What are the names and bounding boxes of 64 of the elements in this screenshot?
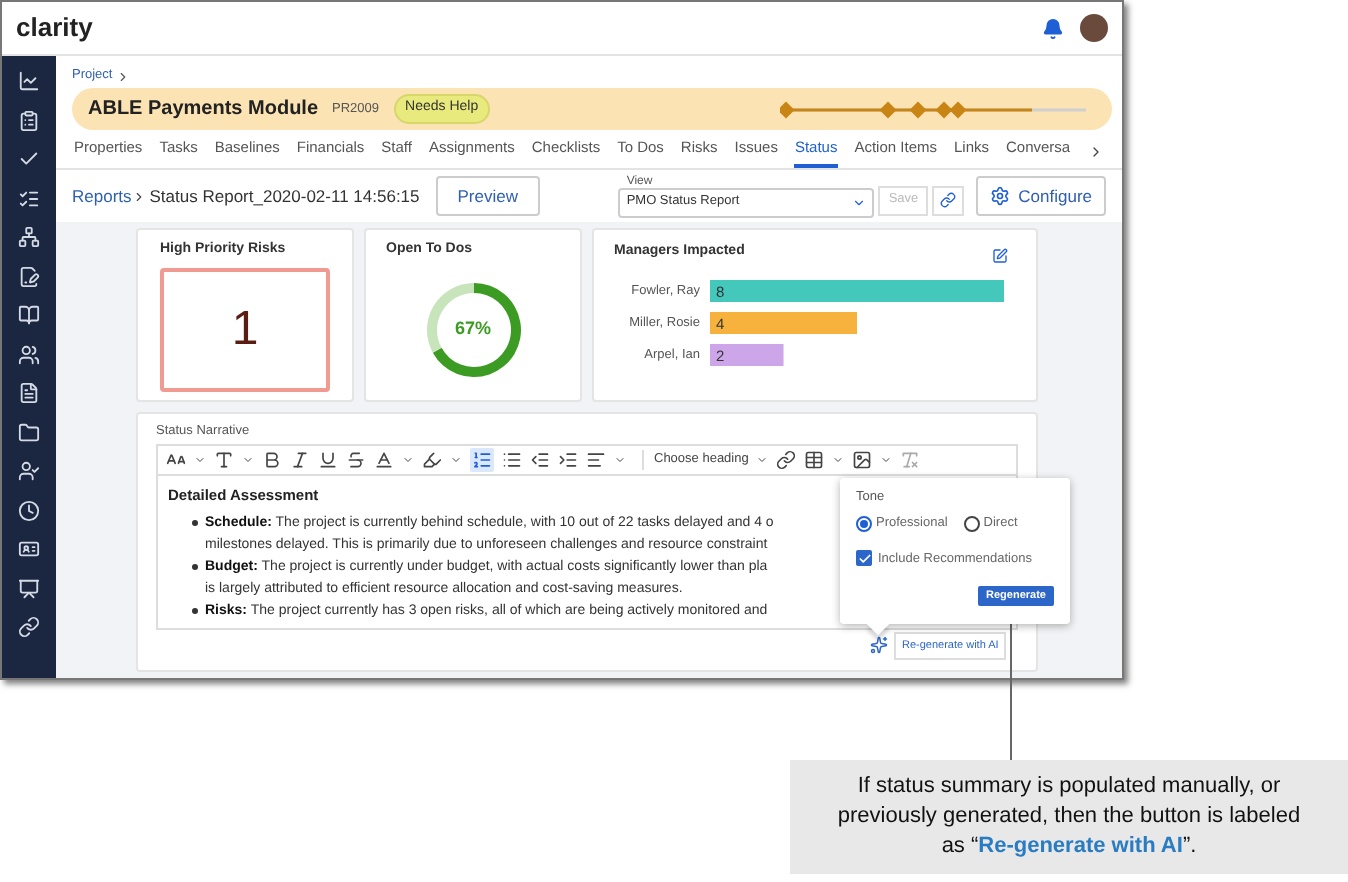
- link-button[interactable]: [932, 185, 965, 215]
- bell-icon[interactable]: [1042, 17, 1064, 39]
- font-family-icon[interactable]: [214, 449, 234, 470]
- font-color-icon[interactable]: [374, 449, 394, 470]
- caret-icon[interactable]: [880, 453, 893, 466]
- link-icon[interactable]: [776, 449, 797, 470]
- percent-label: 67%: [452, 315, 493, 342]
- highlight-icon[interactable]: [422, 449, 442, 470]
- id-card-icon[interactable]: [18, 538, 40, 560]
- caret-icon[interactable]: [194, 453, 206, 466]
- gear-icon: [990, 186, 1011, 206]
- avatar[interactable]: [1080, 14, 1108, 42]
- preview-button[interactable]: Preview: [435, 176, 540, 216]
- caret-icon: [852, 195, 867, 209]
- checklist-icon[interactable]: [18, 187, 40, 209]
- configure-button[interactable]: Configure: [976, 176, 1106, 216]
- checkmark-icon[interactable]: [18, 148, 40, 170]
- image-icon[interactable]: [852, 449, 873, 470]
- line-chart-icon[interactable]: [18, 70, 40, 92]
- caret-icon[interactable]: [242, 453, 254, 466]
- numbered-list-button[interactable]: [470, 447, 494, 472]
- bullet-icon: [192, 608, 197, 613]
- edit-icon[interactable]: [992, 248, 1008, 264]
- document-pen-icon[interactable]: [18, 265, 40, 287]
- radio-button[interactable]: [963, 515, 980, 532]
- chevron-right-icon: [116, 69, 131, 83]
- caret-icon[interactable]: [450, 453, 462, 466]
- callout-text: If status summary is populated manually, or previously generated, then the button is labeled as “Re-generate with AI”.: [835, 772, 1303, 862]
- clipboard-icon[interactable]: [18, 109, 40, 131]
- breadcrumb-link[interactable]: Reports: [72, 183, 132, 209]
- caret-icon[interactable]: [756, 453, 769, 466]
- clock-icon[interactable]: [18, 499, 40, 521]
- report-title: Status Report_2020-02-11 14:56:15: [149, 183, 420, 209]
- bullet-list-icon[interactable]: [502, 449, 522, 470]
- bold-icon[interactable]: [262, 449, 282, 470]
- underline-icon[interactable]: [318, 449, 338, 470]
- people-icon[interactable]: [18, 343, 40, 365]
- presentation-icon[interactable]: [18, 577, 40, 599]
- radio-button[interactable]: [856, 515, 872, 532]
- folder-icon[interactable]: [18, 421, 40, 443]
- book-icon[interactable]: [18, 304, 40, 326]
- italic-icon[interactable]: [290, 449, 310, 470]
- bullet-icon: [192, 564, 197, 569]
- bullet-icon: [192, 520, 197, 525]
- sparkle-icon[interactable]: [870, 636, 888, 654]
- table-icon[interactable]: [804, 449, 825, 470]
- caret-icon[interactable]: [832, 453, 845, 466]
- caret-icon[interactable]: [402, 453, 414, 466]
- project-title: ABLE Payments Module: [88, 96, 319, 124]
- strikethrough-icon[interactable]: [346, 449, 366, 470]
- indent-icon[interactable]: [558, 449, 578, 470]
- risk-count: 1: [160, 267, 330, 391]
- link-icon: [940, 192, 957, 208]
- align-icon[interactable]: [586, 449, 606, 470]
- link-icon[interactable]: [18, 616, 40, 638]
- checkbox[interactable]: [856, 550, 872, 567]
- hierarchy-icon[interactable]: [18, 226, 40, 248]
- document-icon[interactable]: [18, 382, 40, 404]
- font-size-icon[interactable]: [166, 449, 186, 470]
- person-check-icon[interactable]: [18, 460, 40, 482]
- caret-icon[interactable]: [614, 453, 626, 466]
- app-logo: clarity: [16, 10, 93, 47]
- chevron-right-icon: [131, 189, 146, 203]
- outdent-icon[interactable]: [530, 449, 550, 470]
